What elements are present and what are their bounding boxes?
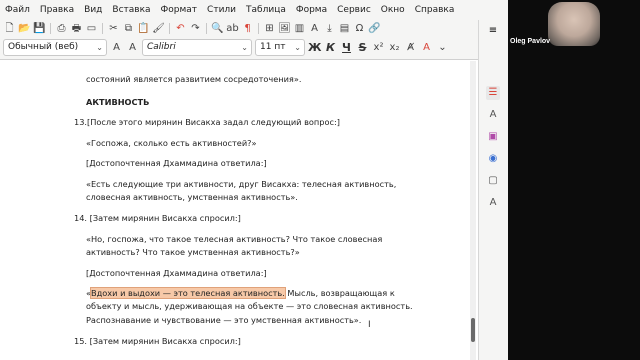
toolbar-separator xyxy=(206,22,207,34)
participant-name: Oleg Pavlov xyxy=(510,38,551,45)
paste-icon[interactable]: 📋 xyxy=(137,22,150,35)
font-name-select[interactable]: Calibri ⌄ xyxy=(142,39,252,56)
sidebar-deck: ≡ ☰ A ▣ ◉ ▢ A xyxy=(478,20,508,360)
standard-toolbar: 🗋 📂 💾 ⎙ 🖶 ▭ ✂ ⧉ 📋 🖌 ↶ ↷ 🔍 ab ¶ ⊞ 🖼 ▥ A ⤓… xyxy=(0,20,508,36)
italic-button[interactable]: К xyxy=(324,41,337,54)
text-cursor-icon: I xyxy=(368,320,371,330)
styles-icon[interactable]: A xyxy=(486,108,500,122)
find-replace-icon[interactable]: 🔍 xyxy=(211,22,224,35)
scrollbar-thumb[interactable] xyxy=(471,318,475,342)
paragraph-line: активность? Что такое умственная активно… xyxy=(86,247,300,257)
redo-icon[interactable]: ↷ xyxy=(189,22,202,35)
new-document-icon[interactable]: 🗋 xyxy=(3,22,16,35)
font-name-value: Calibri xyxy=(147,42,176,52)
font-size-value: 11 пт xyxy=(260,42,286,52)
paragraph-line: «Но, госпожа, что такое телесная активно… xyxy=(86,234,383,244)
paragraph-style-select[interactable]: Обычный (веб) ⌄ xyxy=(3,39,107,56)
formatting-toolbar: Обычный (веб) ⌄ A A Calibri ⌄ 11 пт ⌄ Ж … xyxy=(0,36,508,60)
font-color-dropdown-icon[interactable]: ⌄ xyxy=(436,41,449,54)
paragraph-line: словесная активность, умственная активно… xyxy=(86,192,298,202)
paragraph-line: Распознавание и чувствование — это умств… xyxy=(86,315,362,325)
chevron-down-icon: ⌄ xyxy=(96,43,103,52)
menu-view[interactable]: Вид xyxy=(79,5,107,15)
export-pdf-icon[interactable]: ⎙ xyxy=(55,22,68,35)
new-style-icon[interactable]: A xyxy=(126,41,139,54)
menu-table[interactable]: Таблица xyxy=(241,5,291,15)
menu-styles[interactable]: Стили xyxy=(202,5,241,15)
navigator-icon[interactable]: ◉ xyxy=(486,152,500,166)
insert-pagebreak-icon[interactable]: ⤓ xyxy=(323,22,336,35)
insert-chart-icon[interactable]: ▥ xyxy=(293,22,306,35)
paragraph-line: «Госпожа, сколько есть активностей?» xyxy=(86,138,257,148)
subscript-icon[interactable]: x₂ xyxy=(388,41,401,54)
insert-table-icon[interactable]: ⊞ xyxy=(263,22,276,35)
paragraph-line: [Достопочтенная Дхаммадина ответила:] xyxy=(86,268,267,278)
bold-button[interactable]: Ж xyxy=(308,41,321,54)
menu-insert[interactable]: Вставка xyxy=(107,5,155,15)
superscript-icon[interactable]: x² xyxy=(372,41,385,54)
style-inspector-icon[interactable]: A xyxy=(486,196,500,210)
paragraph-line: состояний является развитием сосредоточе… xyxy=(86,74,302,84)
paragraph-style-value: Обычный (веб) xyxy=(8,42,79,52)
copy-icon[interactable]: ⧉ xyxy=(122,22,135,35)
webcam-overlay xyxy=(508,0,640,360)
menu-tools[interactable]: Сервис xyxy=(332,5,376,15)
clear-formatting-icon[interactable]: Ⱥ xyxy=(404,41,417,54)
insert-image-icon[interactable]: 🖼 xyxy=(278,22,291,35)
text-run: Мысль, возвращающая к xyxy=(284,288,395,298)
toolbar-separator xyxy=(102,22,103,34)
insert-textbox-icon[interactable]: A xyxy=(308,22,321,35)
menu-bar: Файл Правка Вид Вставка Формат Стили Таб… xyxy=(0,0,508,20)
sidebar-menu-icon[interactable]: ≡ xyxy=(486,24,500,38)
update-style-icon[interactable]: A xyxy=(110,41,123,54)
toolbar-separator xyxy=(50,22,51,34)
properties-icon[interactable]: ☰ xyxy=(486,86,500,100)
menu-file[interactable]: Файл xyxy=(0,5,35,15)
cut-icon[interactable]: ✂ xyxy=(107,22,120,35)
menu-form[interactable]: Форма xyxy=(291,5,332,15)
menu-format[interactable]: Формат xyxy=(156,5,203,15)
paragraph-line: «Вдохи и выдохи — это телесная активност… xyxy=(86,287,395,299)
paragraph-line: 14. [Затем мирянин Висакха спросил:] xyxy=(74,213,241,223)
clone-format-icon[interactable]: 🖌 xyxy=(152,22,165,35)
hyperlink-icon[interactable]: 🔗 xyxy=(368,22,381,35)
formatting-marks-icon[interactable]: ¶ xyxy=(241,22,254,35)
vertical-scrollbar[interactable] xyxy=(470,61,476,360)
menu-edit[interactable]: Правка xyxy=(35,5,79,15)
font-size-select[interactable]: 11 пт ⌄ xyxy=(255,39,305,56)
chevron-down-icon: ⌄ xyxy=(294,43,301,52)
save-icon[interactable]: 💾 xyxy=(33,22,46,35)
paragraph-line: [Достопочтенная Дхаммадина ответила:] xyxy=(86,158,267,168)
print-preview-icon[interactable]: ▭ xyxy=(85,22,98,35)
strikethrough-button[interactable]: S xyxy=(356,41,369,54)
insert-field-icon[interactable]: ▤ xyxy=(338,22,351,35)
toolbar-separator xyxy=(169,22,170,34)
paragraph-line: «Есть следующие три активности, друг Вис… xyxy=(86,179,397,189)
paragraph-line: 15. [Затем мирянин Висакха спросил:] xyxy=(74,336,241,346)
participant-video xyxy=(548,2,600,46)
gallery-icon[interactable]: ▣ xyxy=(486,130,500,144)
chevron-down-icon: ⌄ xyxy=(241,43,248,52)
underline-button[interactable]: Ч xyxy=(340,41,353,54)
open-folder-icon[interactable]: 📂 xyxy=(18,22,31,35)
document-canvas[interactable]: состояний является развитием сосредоточе… xyxy=(0,61,475,360)
page-icon[interactable]: ▢ xyxy=(486,174,500,188)
print-icon[interactable]: 🖶 xyxy=(70,22,83,35)
font-color-icon[interactable]: A xyxy=(420,41,433,54)
menu-window[interactable]: Окно xyxy=(376,5,410,15)
section-heading: АКТИВНОСТЬ xyxy=(86,97,150,107)
highlighted-text[interactable]: Вдохи и выдохи — это телесная активность… xyxy=(90,287,286,299)
paragraph-line: объекту и мысль, удерживающая на объекте… xyxy=(86,301,413,311)
special-character-icon[interactable]: Ω xyxy=(353,22,366,35)
menu-help[interactable]: Справка xyxy=(410,5,460,15)
paragraph-line: 13.[После этого мирянин Висакха задал сл… xyxy=(74,117,340,127)
undo-icon[interactable]: ↶ xyxy=(174,22,187,35)
spellcheck-icon[interactable]: ab xyxy=(226,22,239,35)
toolbar-separator xyxy=(258,22,259,34)
